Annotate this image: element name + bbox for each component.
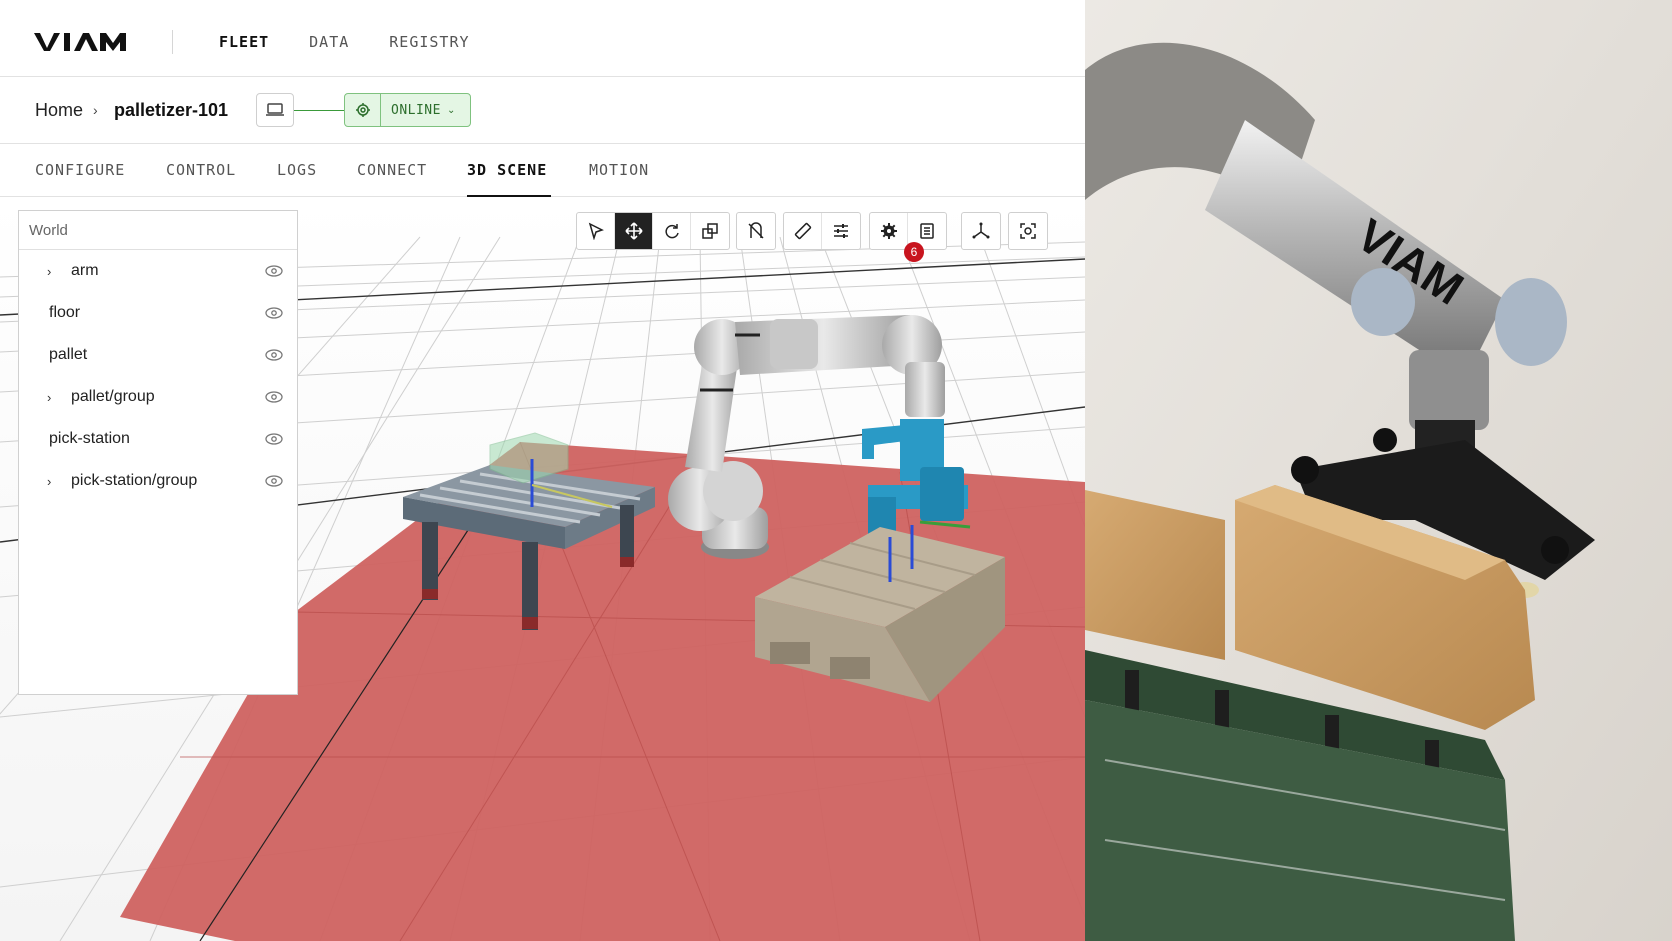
eye-icon[interactable] — [265, 306, 283, 320]
measure-toolbar — [783, 212, 861, 250]
viam-logo[interactable] — [34, 29, 130, 55]
laptop-icon — [266, 103, 284, 116]
eye-icon[interactable] — [265, 390, 283, 404]
world-tree-panel: World › arm floor pallet › pallet/group … — [18, 210, 298, 695]
measure-tool[interactable] — [784, 213, 822, 249]
tab-motion[interactable]: MOTION — [589, 161, 649, 179]
ruler-icon — [794, 222, 811, 240]
move-icon — [624, 222, 643, 240]
adjust-tool[interactable] — [822, 213, 860, 249]
eye-icon[interactable] — [265, 348, 283, 362]
machine-tabs: CONFIGURE CONTROL LOGS CONNECT 3D SCENE … — [0, 144, 1085, 197]
tab-logs[interactable]: LOGS — [277, 161, 317, 179]
chevron-right-icon: › — [93, 102, 98, 118]
main-nav: FLEET DATA REGISTRY — [219, 33, 470, 51]
pointer-icon — [588, 222, 604, 240]
rotate-icon — [664, 224, 679, 239]
eye-icon[interactable] — [265, 474, 283, 488]
connection-line — [294, 110, 344, 111]
snap-tool[interactable] — [737, 213, 775, 249]
tree-item-pallet-group[interactable]: › pallet/group — [19, 376, 297, 418]
logs-icon — [920, 223, 934, 239]
nav-divider — [172, 30, 173, 54]
tree-item-label: pallet/group — [71, 388, 155, 405]
chevron-down-icon: ⌄ — [446, 104, 456, 116]
tree-item-label: pallet — [49, 346, 88, 363]
chevron-right-icon[interactable]: › — [47, 474, 51, 489]
focus-toolbar — [1008, 212, 1048, 250]
sliders-icon — [834, 224, 848, 238]
rotate-tool[interactable] — [653, 213, 691, 249]
tree-item-label: arm — [71, 262, 99, 279]
scene-viewport[interactable]: World › arm floor pallet › pallet/group … — [0, 197, 1085, 941]
axes-button[interactable] — [962, 213, 1000, 249]
nav-data[interactable]: DATA — [309, 33, 349, 51]
scale-icon — [702, 223, 718, 239]
settings-button[interactable] — [870, 213, 908, 249]
robot-photo: VIAM — [1085, 0, 1672, 941]
tree-item-pick-station-group[interactable]: › pick-station/group — [19, 460, 297, 502]
axes-toolbar — [961, 212, 1001, 250]
notification-badge[interactable]: 6 — [904, 242, 924, 262]
breadcrumb: Home › palletizer-101 ONLINE ⌄ — [0, 77, 1085, 144]
tree-item-pallet[interactable]: pallet — [19, 334, 297, 376]
eye-icon[interactable] — [265, 264, 283, 278]
nav-registry[interactable]: REGISTRY — [389, 33, 469, 51]
tree-item-pick-station[interactable]: pick-station — [19, 418, 297, 460]
tree-item-label: pick-station/group — [71, 472, 198, 489]
snap-off-icon — [748, 222, 764, 239]
nav-fleet[interactable]: FLEET — [219, 33, 269, 51]
top-nav: FLEET DATA REGISTRY — [0, 0, 1085, 77]
scale-tool[interactable] — [691, 213, 729, 249]
tree-item-arm[interactable]: › arm — [19, 250, 297, 292]
settings-icon — [880, 223, 897, 239]
chevron-right-icon[interactable]: › — [47, 264, 51, 279]
tree-item-floor[interactable]: floor — [19, 292, 297, 334]
transform-toolbar — [576, 212, 730, 250]
machine-part-button[interactable] — [256, 93, 294, 127]
tab-3d-scene[interactable]: 3D SCENE — [467, 161, 547, 179]
status-label: ONLINE — [391, 102, 441, 118]
focus-icon — [1020, 223, 1036, 239]
focus-button[interactable] — [1009, 213, 1047, 249]
tab-control[interactable]: CONTROL — [166, 161, 236, 179]
world-tree-title: World — [19, 211, 297, 250]
machine-name: palletizer-101 — [114, 100, 229, 120]
axes-icon — [972, 222, 990, 239]
tab-configure[interactable]: CONFIGURE — [35, 161, 125, 179]
breadcrumb-home[interactable]: Home — [35, 100, 83, 121]
machine-gear-icon — [355, 103, 370, 117]
chevron-right-icon[interactable]: › — [47, 390, 51, 405]
eye-icon[interactable] — [265, 432, 283, 446]
snap-toolbar — [736, 212, 776, 250]
robot-photo-image: VIAM — [1085, 0, 1672, 941]
tree-item-label: pick-station — [49, 430, 130, 447]
status-dropdown[interactable]: ONLINE ⌄ — [344, 93, 471, 127]
move-tool[interactable] — [615, 213, 653, 249]
tab-connect[interactable]: CONNECT — [357, 161, 427, 179]
viam-app-window: FLEET DATA REGISTRY Home › palletizer-10… — [0, 0, 1085, 941]
tree-item-label: floor — [49, 304, 81, 321]
pointer-tool[interactable] — [577, 213, 615, 249]
